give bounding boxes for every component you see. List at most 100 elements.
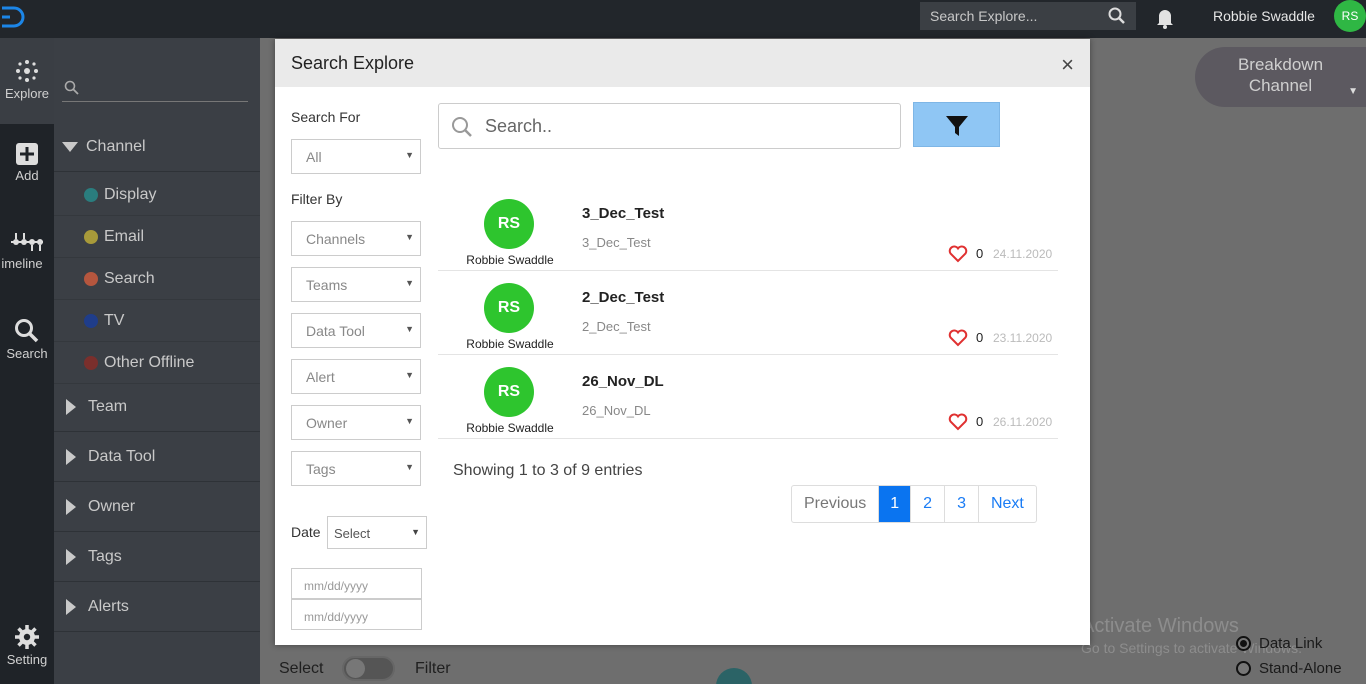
rail-label: Explore [4, 86, 50, 101]
rail-add[interactable]: Add [0, 142, 54, 183]
select-value: Tags [306, 461, 336, 477]
sidebar-channel-tv[interactable]: TV [54, 300, 260, 342]
graph-node[interactable] [716, 668, 752, 684]
caret-down-icon: ▼ [405, 278, 414, 288]
user-name[interactable]: Robbie Swaddle [1213, 8, 1315, 24]
channel-color-dot [84, 313, 98, 328]
heart-icon[interactable] [948, 413, 968, 431]
result-row[interactable]: RS Robbie Swaddle 26_Nov_DL 26_Nov_DL 0 … [438, 355, 1058, 439]
radio-button [1236, 661, 1251, 676]
sidebar-item-channel[interactable]: Channel [54, 122, 260, 172]
sidebar-item-label: Channel [86, 137, 146, 155]
caret-down-icon [62, 141, 78, 152]
like-count: 0 [976, 414, 984, 429]
sidebar-channel-display[interactable]: Display [54, 174, 260, 216]
select-value: Select [334, 526, 371, 541]
rail-label: imeline [1, 256, 43, 271]
caret-right-icon [66, 598, 76, 615]
result-row[interactable]: RS Robbie Swaddle 2_Dec_Test 2_Dec_Test … [438, 271, 1058, 355]
radio-label: Data Link [1259, 635, 1323, 652]
sidebar-item-label: TV [104, 311, 125, 329]
filter-funnel-icon [946, 116, 968, 136]
date-from-field[interactable]: mm/dd/yyyy [291, 568, 422, 599]
result-title[interactable]: 2_Dec_Test [582, 289, 664, 306]
close-icon[interactable]: × [1061, 52, 1074, 78]
search-for-label: Search For [291, 109, 361, 125]
date-select[interactable]: Select ▼ [327, 516, 427, 549]
caret-down-icon: ▼ [405, 416, 414, 426]
result-subtitle: 3_Dec_Test [582, 235, 651, 250]
channel-color-dot [84, 355, 98, 370]
select-value: Teams [306, 277, 348, 293]
previous-page-button[interactable]: Previous [792, 486, 880, 522]
search-icon [64, 80, 79, 95]
breakdown-line1: Breakdown [1237, 55, 1324, 74]
like-count: 0 [976, 246, 984, 261]
sidebar-item-label: Other Offline [104, 353, 195, 371]
filter-data-tool-select[interactable]: Data Tool ▼ [291, 313, 421, 348]
radio-stand-alone[interactable]: Stand-Alone [1236, 660, 1342, 677]
result-title[interactable]: 26_Nov_DL [582, 373, 664, 390]
radio-data-link[interactable]: Data Link [1236, 635, 1322, 652]
add-icon [16, 143, 38, 165]
filter-teams-select[interactable]: Teams ▼ [291, 267, 421, 302]
sidebar-item-owner[interactable]: Owner [54, 482, 260, 532]
sidebar-item-label: Alerts [88, 597, 129, 615]
sidebar-channel-search[interactable]: Search [54, 258, 260, 300]
modal-search-input[interactable] [485, 116, 885, 137]
search-icon [452, 117, 472, 137]
page-1-button[interactable]: 1 [879, 486, 912, 522]
top-search-input[interactable] [920, 8, 1100, 24]
result-title[interactable]: 3_Dec_Test [582, 205, 664, 222]
channel-color-dot [84, 187, 98, 202]
sidebar-item-label: Data Tool [88, 447, 156, 465]
breakdown-channel-dropdown[interactable]: Breakdown Channel ▼ [1195, 47, 1366, 107]
select-filter-toggle[interactable] [342, 656, 395, 681]
rail-timeline[interactable]: imeline [0, 230, 54, 271]
app-logo-icon[interactable] [0, 4, 26, 30]
owner-avatar: RS [484, 283, 534, 333]
rail-setting[interactable]: Setting [0, 624, 54, 667]
select-value: Channels [306, 231, 366, 247]
filter-alert-select[interactable]: Alert ▼ [291, 359, 421, 394]
owner-name: Robbie Swaddle [466, 337, 554, 351]
date-to-field[interactable]: mm/dd/yyyy [291, 599, 422, 630]
owner-name: Robbie Swaddle [466, 421, 554, 435]
gear-icon [15, 625, 39, 649]
select-value: All [306, 149, 322, 165]
page-3-button[interactable]: 3 [945, 486, 979, 522]
sidebar-item-tags[interactable]: Tags [54, 532, 260, 582]
next-page-button[interactable]: Next [979, 486, 1036, 522]
rail-explore[interactable]: Explore [0, 38, 54, 124]
sidebar-item-label: Display [104, 185, 157, 203]
rail-label: Search [6, 346, 48, 361]
bell-icon[interactable] [1155, 7, 1175, 29]
filter-owner-select[interactable]: Owner ▼ [291, 405, 421, 440]
sidebar-item-team[interactable]: Team [54, 382, 260, 432]
filter-button[interactable] [913, 102, 1000, 147]
sidebar-channel-other-offline[interactable]: Other Offline [54, 342, 260, 384]
result-date: 24.11.2020 [993, 247, 1053, 261]
top-search-box [920, 2, 1136, 30]
filter-tags-select[interactable]: Tags ▼ [291, 451, 421, 486]
search-for-select[interactable]: All ▼ [291, 139, 421, 174]
sidebar-search[interactable] [62, 78, 248, 102]
caret-down-icon: ▼ [1348, 86, 1358, 97]
user-avatar[interactable]: RS [1334, 0, 1366, 32]
filter-channels-select[interactable]: Channels ▼ [291, 221, 421, 256]
sidebar-channel-email[interactable]: Email [54, 216, 260, 258]
result-row[interactable]: RS Robbie Swaddle 3_Dec_Test 3_Dec_Test … [438, 187, 1058, 271]
sidebar-item-label: Search [104, 269, 155, 287]
heart-icon[interactable] [948, 245, 968, 263]
sidebar-item-data-tool[interactable]: Data Tool [54, 432, 260, 482]
heart-icon[interactable] [948, 329, 968, 347]
sidebar-item-alerts[interactable]: Alerts [54, 582, 260, 632]
page-2-button[interactable]: 2 [911, 486, 946, 522]
rail-search[interactable]: Search [0, 318, 54, 361]
result-date: 23.11.2020 [993, 331, 1053, 345]
caret-down-icon: ▼ [405, 462, 414, 472]
search-icon[interactable] [1108, 7, 1126, 25]
rail-label: Setting [6, 652, 48, 667]
select-mode-label: Select [279, 660, 324, 677]
select-value: Alert [306, 369, 335, 385]
